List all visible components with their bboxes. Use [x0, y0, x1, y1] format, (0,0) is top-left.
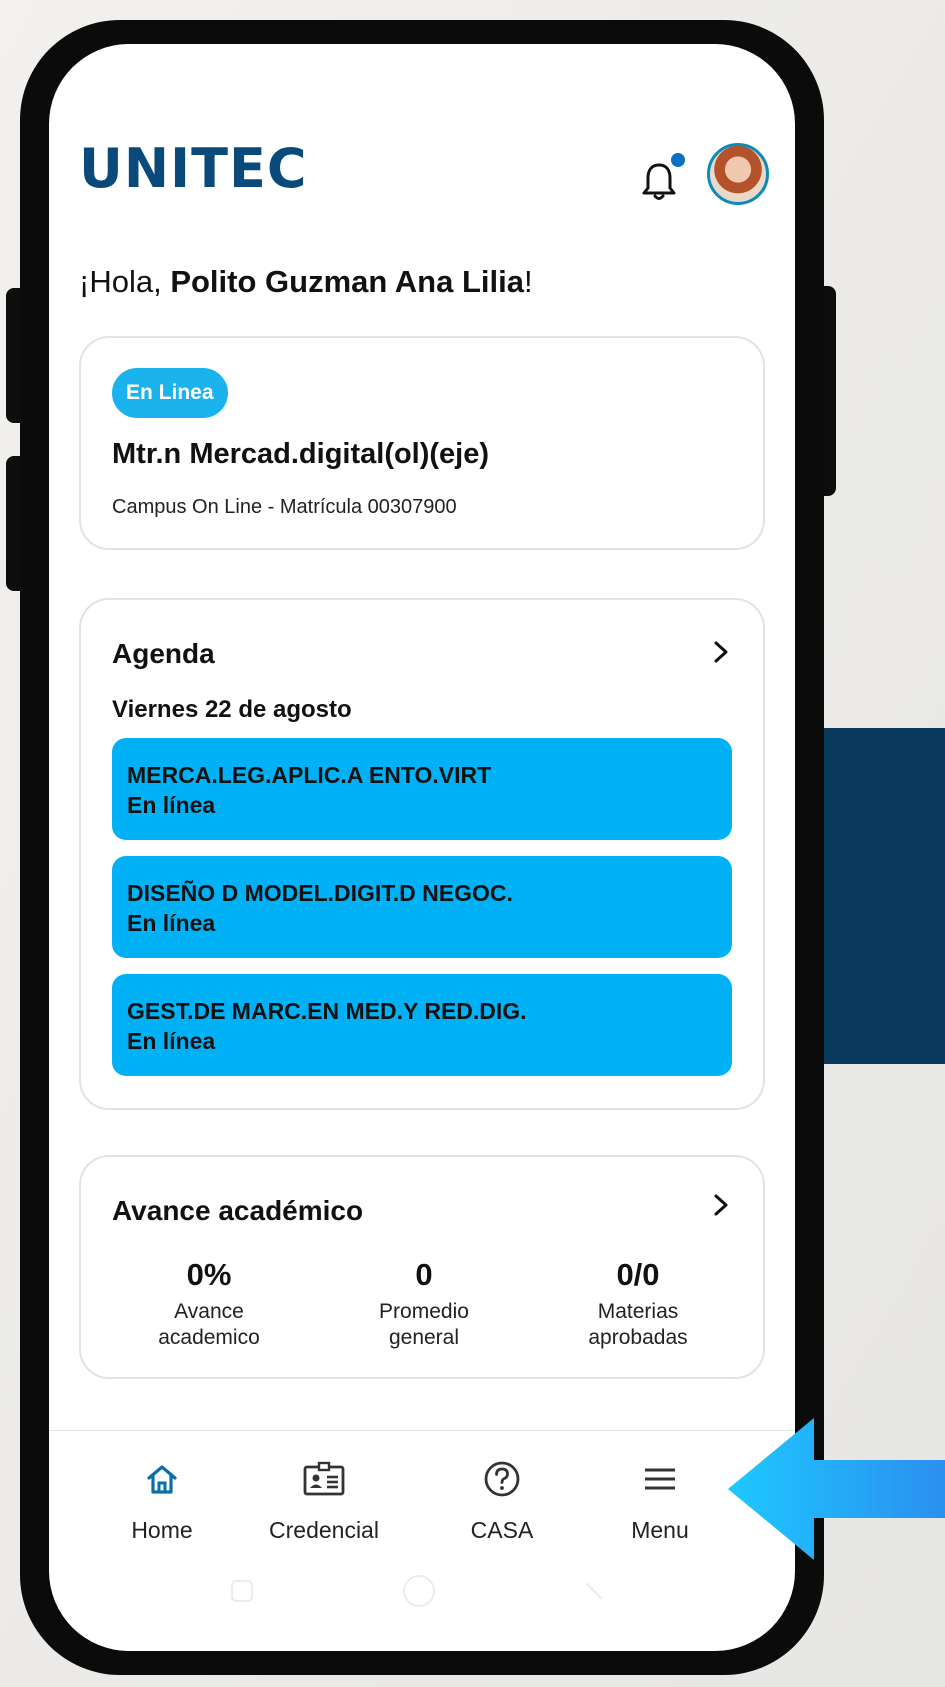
stat-label-line: general: [388, 1326, 460, 1349]
event-title: GEST.DE MARC.EN MED.Y RED.DIG.: [127, 998, 527, 1024]
stat-average: 0 Promedio general: [324, 1257, 524, 1351]
agenda-event[interactable]: DISEÑO D MODEL.DIGIT.D NEGOC. En línea: [112, 856, 732, 958]
stat-label: Materias aprobadas: [538, 1299, 738, 1351]
program-name: Mtr.n Mercad.digital(ol)(eje): [112, 438, 490, 470]
stat-value: 0/0: [616, 1257, 660, 1292]
notification-dot: [671, 153, 685, 167]
stat-label-line: aprobadas: [588, 1326, 688, 1349]
stat-label: Promedio general: [324, 1299, 524, 1351]
stat-label-line: Avance: [174, 1300, 244, 1323]
student-name: Polito Guzman Ana Lilia: [170, 264, 524, 299]
event-mode: En línea: [127, 910, 216, 936]
stat-progress: 0% Avance academico: [109, 1257, 309, 1351]
campus-enrollment: Campus On Line - Matrícula 00307900: [112, 496, 457, 518]
stat-label-line: Materias: [597, 1300, 679, 1323]
stat-label-line: academico: [158, 1326, 260, 1349]
app-header: UNITEC: [79, 137, 769, 219]
recents-icon[interactable]: [227, 1576, 257, 1606]
event-mode: En línea: [127, 1028, 216, 1054]
program-card: En Linea Mtr.n Mercad.digital(ol)(eje) C…: [79, 336, 765, 550]
back-icon[interactable]: [579, 1576, 609, 1606]
nav-label: Home: [131, 1517, 193, 1543]
notifications-button[interactable]: [639, 153, 685, 203]
event-mode: En línea: [127, 792, 216, 818]
help-circle-icon: [484, 1461, 520, 1497]
chevron-right-icon[interactable]: [711, 640, 731, 663]
stat-subjects: 0/0 Materias aprobadas: [538, 1257, 738, 1351]
nav-casa[interactable]: CASA: [427, 1457, 577, 1544]
agenda-event[interactable]: MERCA.LEG.APLIC.A ENTO.VIRT En línea: [112, 738, 732, 840]
stat-value: 0: [415, 1257, 433, 1292]
event-title: MERCA.LEG.APLIC.A ENTO.VIRT: [127, 762, 492, 788]
progress-title: Avance académico: [112, 1195, 364, 1226]
greeting-prefix: ¡Hola,: [79, 264, 171, 299]
home-icon: [147, 1465, 177, 1494]
system-navigation-bar: [49, 1562, 795, 1622]
nav-label: CASA: [470, 1517, 534, 1543]
nav-menu[interactable]: Menu: [585, 1457, 735, 1544]
event-title: DISEÑO D MODEL.DIGIT.D NEGOC.: [127, 880, 513, 906]
greeting: ¡Hola, Polito Guzman Ana Lilia!: [79, 264, 533, 300]
nav-home[interactable]: Home: [87, 1457, 237, 1544]
nav-credencial[interactable]: Credencial: [249, 1457, 399, 1544]
arrow-left-icon: [728, 1418, 945, 1560]
hamburger-menu-icon: [645, 1468, 675, 1490]
agenda-card[interactable]: Agenda Viernes 22 de agosto MERCA.LEG.AP…: [79, 598, 765, 1110]
home-system-icon[interactable]: [399, 1571, 439, 1611]
agenda-date: Viernes 22 de agosto: [112, 696, 352, 723]
greeting-suffix: !: [523, 264, 533, 299]
avatar[interactable]: [707, 143, 769, 205]
phone-frame: UNITEC ¡Hola, Polito Guzman Ana Lilia! E…: [20, 20, 824, 1675]
chevron-right-icon[interactable]: [711, 1193, 731, 1216]
stat-value: 0%: [186, 1257, 232, 1292]
academic-progress-card[interactable]: Avance académico 0% Avance academico 0 Pr…: [79, 1155, 765, 1379]
status-badge: En Linea: [112, 368, 228, 418]
nav-label: Menu: [631, 1517, 689, 1543]
stat-label-line: Promedio: [379, 1300, 469, 1323]
stat-label: Avance academico: [109, 1299, 309, 1351]
app-screen: UNITEC ¡Hola, Polito Guzman Ana Lilia! E…: [49, 44, 795, 1651]
brand-logo: UNITEC: [79, 137, 308, 200]
agenda-title: Agenda: [112, 638, 215, 669]
id-card-icon: [303, 1461, 345, 1496]
agenda-event[interactable]: GEST.DE MARC.EN MED.Y RED.DIG. En línea: [112, 974, 732, 1076]
nav-label: Credencial: [269, 1517, 379, 1543]
